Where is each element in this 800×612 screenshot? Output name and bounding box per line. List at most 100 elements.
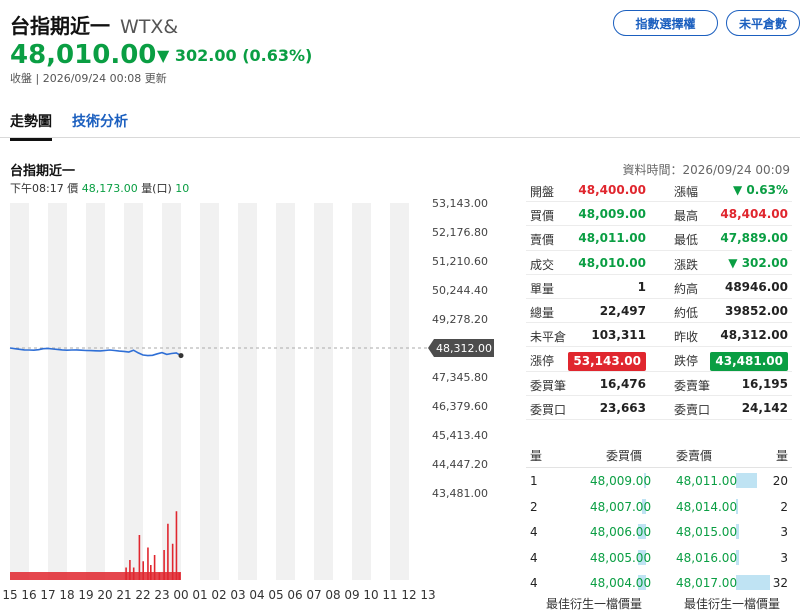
stats-row: 總量 22,497 約低 39852.00: [526, 299, 792, 324]
x-tick-label: 09: [344, 588, 359, 602]
x-tick-label: 17: [40, 588, 55, 602]
y-tick-label: 51,210.60: [432, 255, 488, 268]
x-axis-labels: 15 16 17 18 19 20 21 22 23 00 01 02 03 04 05 06 07 08 09 10…: [2, 588, 435, 602]
hour-stripe: [162, 203, 181, 580]
x-tick-label: 08: [325, 588, 340, 602]
hover-price-label: 價: [67, 182, 79, 195]
bid-price: 48,004.00: [590, 576, 652, 590]
ask-price: 48,016.00: [676, 550, 738, 565]
stat-value: 103,311: [591, 328, 646, 342]
stat-label: 跌停: [674, 354, 699, 369]
down-arrow-icon: ▼: [157, 46, 170, 65]
volume-bar: [167, 523, 169, 580]
x-tick-label: 13: [420, 588, 435, 602]
data-timestamp: 資料時間：2026/09/24 00:09: [622, 163, 790, 177]
ask-price: 48,014.00: [676, 499, 738, 514]
ask-qty: 3: [780, 525, 788, 539]
stats-row: 單量 1 約高 48946.00: [526, 275, 792, 299]
stat-value-text: 48,010.00: [578, 255, 646, 270]
ask-footer-label: 最佳衍生一檔價量: [684, 597, 781, 611]
down-arrow-icon: ▼: [728, 255, 742, 270]
stats-row: 賣價 48,011.00 最低 47,889.00: [526, 226, 792, 251]
ask-price: 48,017.00: [676, 576, 738, 590]
stat-value-text: 0.63%: [746, 183, 788, 197]
stat-value: 16,195: [742, 377, 788, 391]
ask-price: 48,015.00: [676, 525, 738, 539]
order-book-row: 4 48,005.00 48,016.00 3: [526, 545, 792, 571]
order-book-row: 1 48,009.00 48,011.00 20: [526, 468, 792, 494]
stat-value-text: 48946.00: [724, 279, 788, 294]
instrument-name: 台指期近一: [10, 14, 110, 38]
x-tick-label: 23: [154, 588, 169, 602]
hour-stripe: [238, 203, 257, 580]
stat-label: 委賣口: [674, 402, 711, 417]
ask-qty: 2: [780, 499, 788, 514]
y-tick-label: 45,413.40: [432, 429, 488, 442]
x-tick-label: 01: [192, 588, 207, 602]
stats-row: 委買口 23,663 委賣口 24,142: [526, 396, 792, 420]
stat-value: 23,663: [600, 401, 646, 415]
y-tick-label: 52,176.80: [432, 226, 488, 239]
stat-label: 開盤: [530, 185, 555, 199]
order-book-header: 量 委買價 委賣價 量: [526, 441, 792, 468]
intraday-chart[interactable]: 53,143.00 52,176.80 51,210.60 50,244.40 49,2…: [0, 195, 520, 607]
ask-price: 48,011.00: [676, 474, 738, 488]
stat-value-text: 53,143.00: [573, 354, 641, 369]
hover-price-value: 48,173.00: [81, 182, 138, 195]
tab-trend-chart[interactable]: 走勢圖: [10, 111, 52, 141]
price-change: ▼ 302.00 (0.63%): [157, 46, 312, 65]
bid-qty: 4: [530, 576, 538, 590]
stat-label: 成交: [530, 257, 555, 272]
x-tick-label: 11: [382, 588, 397, 602]
hour-stripe: [67, 203, 86, 580]
hour-stripe: [48, 203, 67, 580]
stat-value: 48,404.00: [720, 207, 788, 221]
bid-price: 48,007.00: [590, 499, 652, 514]
stat-value-text: 48,400.00: [578, 183, 646, 197]
stats-row: 未平倉 103,311 昨收 48,312.00: [526, 323, 792, 348]
y-tick-label: 49,278.20: [432, 313, 488, 326]
stat-value-text: 23,663: [599, 400, 646, 415]
hour-stripe: [200, 203, 219, 580]
volume-bar: [142, 561, 144, 580]
hour-stripe: [371, 203, 390, 580]
volume-bar: [158, 572, 161, 580]
x-tick-label: 21: [116, 588, 131, 602]
open-interest-button[interactable]: 未平倉數: [726, 10, 800, 36]
index-options-button[interactable]: 指數選擇權: [613, 10, 718, 36]
y-tick-label: 50,244.40: [432, 284, 488, 297]
quote-header: 台指期近一 WTX& 48,010.00 ▼ 302.00 (0.63%) 收盤 …: [10, 6, 800, 86]
stat-label: 漲幅: [674, 185, 699, 199]
y-tick-label: 46,379.60: [432, 400, 488, 413]
order-book-row: 2 48,007.00 48,014.00 2: [526, 494, 792, 520]
x-tick-label: 05: [268, 588, 283, 602]
volume-bar: [147, 547, 149, 580]
bid-price: 48,009.00: [590, 474, 652, 488]
stat-value: 53,143.00: [568, 352, 646, 372]
hover-volume-value: 10: [175, 182, 190, 195]
ask-depth-bar: [736, 473, 758, 488]
x-tick-label: 15: [2, 588, 17, 602]
stat-value: 24,142: [742, 401, 788, 415]
stat-value: 1: [638, 280, 646, 294]
hover-time: 下午08:17: [10, 182, 64, 195]
hour-stripe: [143, 203, 162, 580]
stat-label: 最低: [674, 233, 699, 248]
stat-label: 最高: [674, 209, 699, 224]
stat-label: 約高: [674, 281, 699, 296]
tab-technical-analysis[interactable]: 技術分析: [72, 111, 128, 138]
ask-qty: 32: [772, 576, 788, 590]
last-price-dot: [178, 353, 184, 359]
stat-value-text: 48,312.00: [720, 328, 788, 343]
volume-bar: [150, 565, 152, 580]
stat-value-text: 24,142: [741, 400, 788, 415]
stats-row: 開盤 48,400.00 漲幅 ▼ 0.63%: [526, 178, 792, 203]
stat-label: 委買筆: [530, 378, 567, 393]
stat-value: ▼ 0.63%: [733, 183, 788, 197]
stat-value-text: 302.00: [741, 255, 788, 270]
bid-qty-header: 量: [530, 449, 543, 463]
x-tick-label: 19: [78, 588, 93, 602]
bid-qty: 1: [530, 474, 538, 488]
x-tick-label: 10: [363, 588, 378, 602]
x-tick-label: 03: [230, 588, 245, 602]
